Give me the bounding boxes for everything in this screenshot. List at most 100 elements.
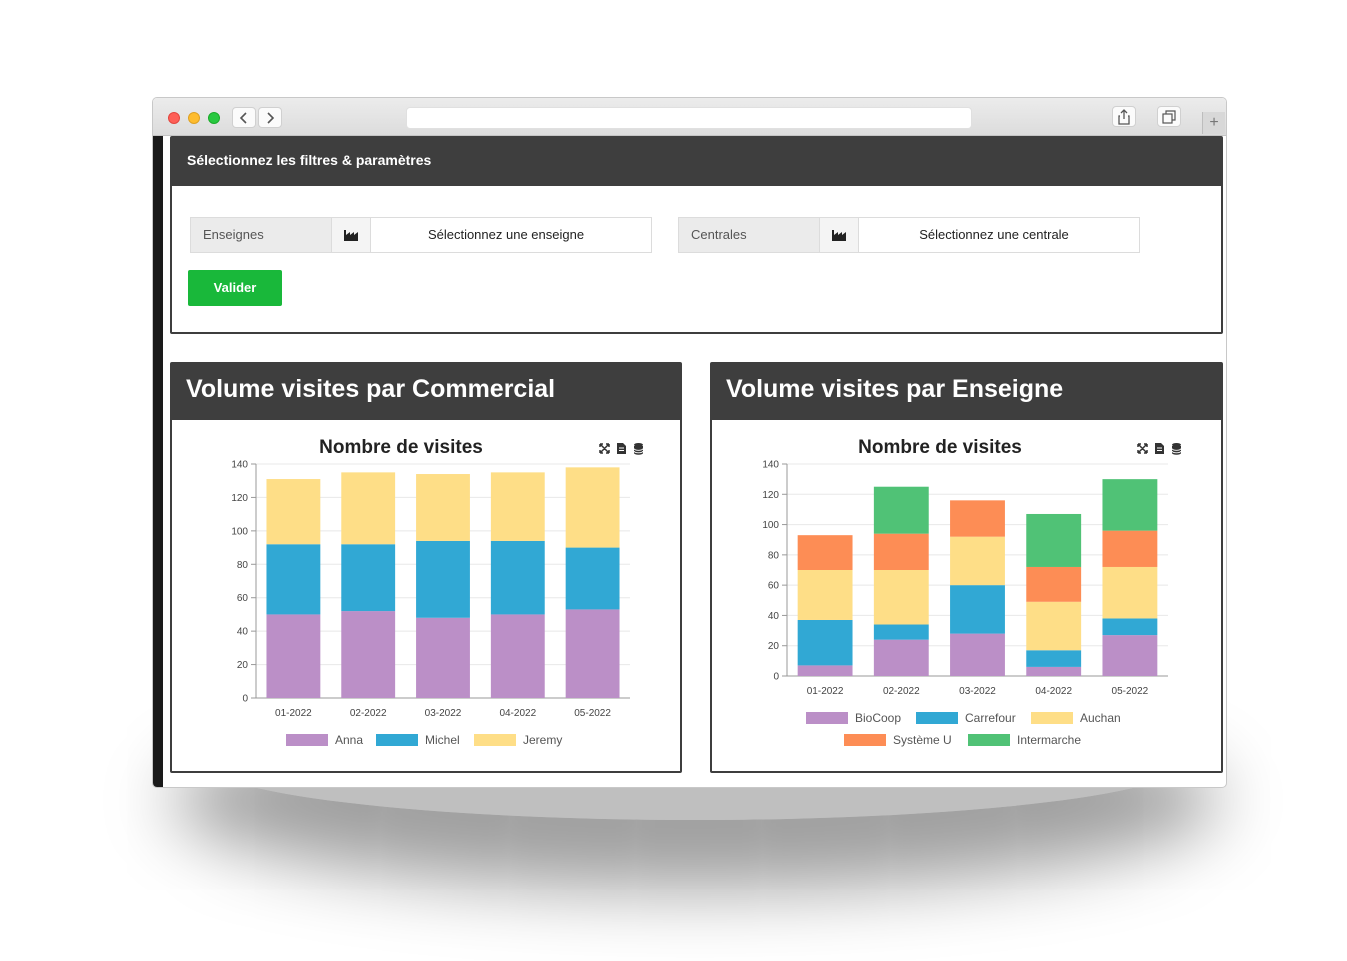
- share-button[interactable]: [1112, 106, 1136, 127]
- data-view-icon[interactable]: [1171, 443, 1182, 455]
- new-tab-button[interactable]: +: [1202, 112, 1225, 134]
- left-sidebar-strip: [153, 136, 163, 787]
- bar-segment: [950, 536, 1005, 586]
- filters-title: Sélectionnez les filtres & paramètres: [187, 152, 432, 168]
- y-tick-label: 60: [237, 593, 249, 604]
- bar-segment: [1026, 513, 1082, 567]
- bar-segment: [416, 540, 470, 618]
- tabs-button[interactable]: [1157, 106, 1181, 127]
- bar-segment: [266, 479, 321, 545]
- y-tick-label: 40: [768, 611, 780, 622]
- enseigne-chart-header: Volume visites par Enseigne: [712, 364, 1221, 420]
- y-tick-label: 140: [762, 460, 779, 471]
- fullscreen-icon[interactable]: [599, 443, 610, 454]
- x-tick-label: 03-2022: [425, 708, 462, 719]
- legend-swatch: [844, 734, 886, 746]
- centrale-select[interactable]: Sélectionnez une centrale: [859, 218, 1139, 252]
- bar-segment: [490, 614, 545, 698]
- y-tick-label: 0: [773, 672, 779, 683]
- legend-label: Carrefour: [965, 711, 1016, 725]
- bar-segment: [873, 533, 929, 570]
- forward-button[interactable]: [258, 107, 282, 128]
- filters-header: Sélectionnez les filtres & paramètres: [172, 138, 1221, 186]
- centrales-label: Centrales: [679, 218, 819, 252]
- tabs-icon: [1162, 110, 1176, 124]
- legend-swatch: [376, 734, 418, 746]
- bar-segment: [341, 611, 396, 698]
- bar-segment: [490, 472, 545, 541]
- x-tick-label: 02-2022: [350, 708, 387, 719]
- y-tick-label: 0: [242, 694, 248, 705]
- close-button[interactable]: [168, 112, 180, 124]
- y-tick-label: 60: [768, 581, 780, 592]
- bar-segment: [797, 535, 853, 570]
- legend-label: Jeremy: [523, 733, 562, 747]
- fullscreen-icon-shape: [1137, 443, 1148, 454]
- title-bar: +: [153, 98, 1226, 136]
- bar-segment: [341, 472, 396, 545]
- bar-segment: [1026, 566, 1082, 602]
- data-view-icon[interactable]: [633, 443, 644, 455]
- y-tick-label: 100: [231, 526, 248, 537]
- minimize-button[interactable]: [188, 112, 200, 124]
- x-tick-label: 02-2022: [883, 686, 920, 697]
- y-tick-label: 80: [768, 550, 780, 561]
- enseigne-select[interactable]: Sélectionnez une enseigne: [371, 218, 651, 252]
- y-tick-label: 140: [231, 460, 248, 471]
- bar-segment: [1102, 530, 1158, 567]
- x-tick-label: 01-2022: [807, 686, 844, 697]
- back-button[interactable]: [232, 107, 256, 128]
- bar-segment: [1102, 479, 1158, 531]
- y-tick-label: 120: [231, 493, 248, 504]
- bar-segment: [416, 617, 470, 698]
- export-icon[interactable]: [617, 443, 626, 454]
- bar-segment: [1026, 650, 1082, 667]
- chart-title: Nombre de visites: [319, 437, 483, 458]
- validate-button[interactable]: Valider: [188, 270, 282, 306]
- bar-segment: [1102, 618, 1158, 636]
- factory-icon: [819, 218, 859, 252]
- legend-label: Système U: [893, 733, 952, 747]
- bar-segment: [266, 614, 321, 698]
- bar-segment: [950, 585, 1005, 634]
- bar-segment: [1102, 635, 1158, 676]
- y-tick-label: 20: [237, 660, 249, 671]
- bar-segment: [266, 544, 321, 615]
- x-tick-label: 04-2022: [499, 708, 536, 719]
- commercial-chart-header: Volume visites par Commercial: [172, 364, 680, 420]
- legend-swatch: [286, 734, 328, 746]
- y-tick-label: 100: [762, 520, 779, 531]
- chart-title: Nombre de visites: [858, 437, 1022, 458]
- centrales-field: Centrales Sélectionnez une centrale: [678, 217, 1140, 253]
- export-icon[interactable]: [1155, 443, 1164, 454]
- x-tick-label: 04-2022: [1035, 686, 1072, 697]
- maximize-button[interactable]: [208, 112, 220, 124]
- legend-swatch: [1031, 712, 1073, 724]
- enseigne-chart-title: Volume visites par Enseigne: [726, 375, 1064, 403]
- legend-label: Michel: [425, 733, 460, 747]
- chevron-left-icon: [239, 112, 247, 124]
- browser-window: + Sélectionnez les filtres & paramètres …: [152, 97, 1227, 788]
- y-tick-label: 40: [237, 627, 249, 638]
- bar-segment: [1102, 566, 1158, 619]
- bar-segment: [873, 570, 929, 625]
- legend-swatch: [474, 734, 516, 746]
- bar-segment: [950, 633, 1005, 676]
- address-bar[interactable]: [406, 107, 972, 129]
- chevron-right-icon: [267, 112, 275, 124]
- factory-icon: [331, 218, 371, 252]
- fullscreen-icon-shape: [599, 443, 610, 454]
- bar-segment: [341, 544, 396, 612]
- bar-segment: [797, 619, 853, 666]
- x-tick-label: 05-2022: [574, 708, 611, 719]
- fullscreen-icon[interactable]: [1137, 443, 1148, 454]
- y-tick-label: 80: [237, 560, 249, 571]
- share-icon: [1118, 109, 1130, 125]
- legend-swatch: [916, 712, 958, 724]
- bar-segment: [565, 609, 620, 698]
- bar-segment: [490, 540, 545, 615]
- y-tick-label: 120: [762, 490, 779, 501]
- bar-segment: [416, 474, 470, 541]
- enseignes-label: Enseignes: [191, 218, 331, 252]
- enseignes-field: Enseignes Sélectionnez une enseigne: [190, 217, 652, 253]
